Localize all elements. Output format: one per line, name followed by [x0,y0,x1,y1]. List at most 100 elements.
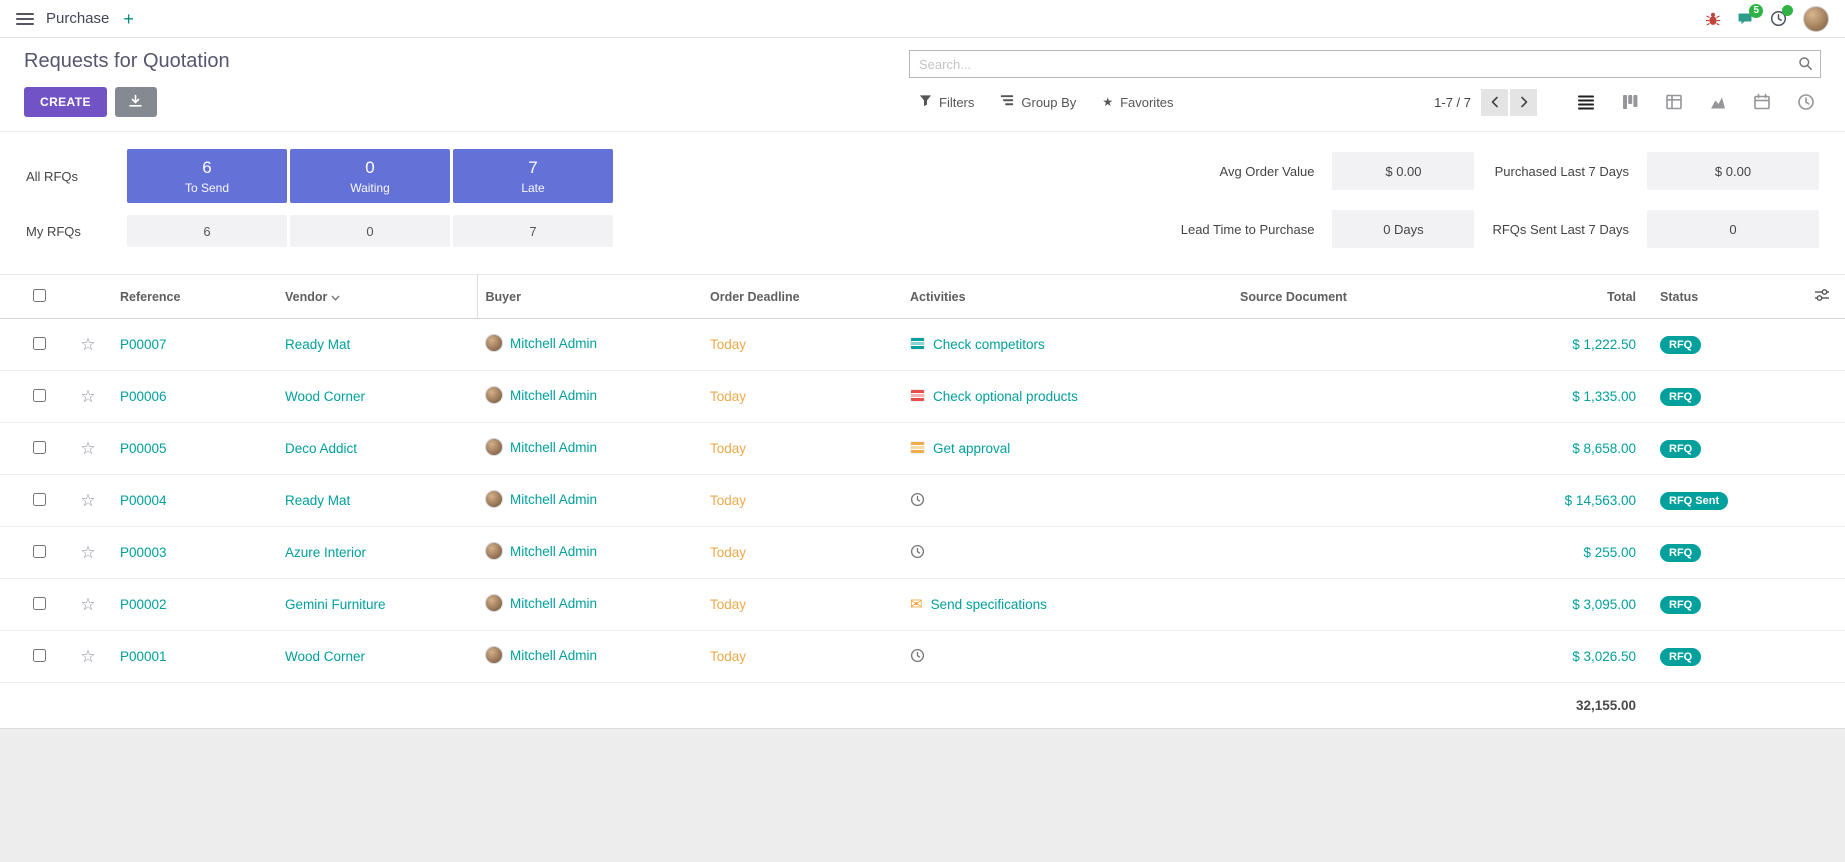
activity-summary[interactable]: Send specifications [931,597,1047,612]
activity-cell[interactable]: Check competitors [910,337,1045,353]
messages-badge: 5 [1749,4,1763,18]
search-icon[interactable] [1798,56,1813,76]
my-kpi-late-button[interactable]: 7 [453,215,613,247]
kpi-waiting-button[interactable]: 0 Waiting [290,149,450,203]
header-status[interactable]: Status [1652,275,1798,319]
favorite-star-icon[interactable]: ☆ [80,647,95,666]
menu-icon[interactable] [16,13,34,25]
row-checkbox[interactable] [33,441,46,454]
header-buyer[interactable]: Buyer [477,275,702,319]
reference-link[interactable]: P00005 [120,441,167,456]
favorite-star-icon[interactable]: ☆ [80,439,95,458]
favorite-star-icon[interactable]: ☆ [80,387,95,406]
control-panel: Requests for Quotation CREATE [0,38,1845,132]
reference-link[interactable]: P00001 [120,649,167,664]
header-source-document[interactable]: Source Document [1232,275,1472,319]
row-checkbox[interactable] [33,649,46,662]
vendor-link[interactable]: Gemini Furniture [285,597,386,612]
kanban-view-icon[interactable] [1615,88,1645,116]
stat-value-lead-time: 0 Days [1332,210,1474,248]
messages-icon[interactable]: 5 [1737,11,1754,27]
header-order-deadline[interactable]: Order Deadline [702,275,902,319]
table-row[interactable]: ☆ P00004 Ready Mat Mitchell Admin Today … [0,475,1845,527]
table-row[interactable]: ☆ P00007 Ready Mat Mitchell Admin Today … [0,319,1845,371]
control-panel-right: Filters Group By ★ Favorites [909,50,1821,117]
activity-cell[interactable] [910,648,925,666]
filters-button[interactable]: Filters [919,94,974,110]
graph-view-icon[interactable] [1703,88,1733,116]
bug-icon[interactable] [1705,11,1721,27]
user-avatar[interactable] [1803,6,1829,32]
create-button[interactable]: CREATE [24,87,107,117]
my-kpi-waiting-button[interactable]: 0 [290,215,450,247]
favorites-button[interactable]: ★ Favorites [1102,94,1173,110]
reference-link[interactable]: P00006 [120,389,167,404]
export-button[interactable] [115,87,157,117]
activity-summary[interactable]: Check competitors [933,337,1045,352]
group-by-button[interactable]: Group By [1000,94,1076,110]
vendor-link[interactable]: Azure Interior [285,545,366,560]
activity-summary[interactable]: Check optional products [933,389,1078,404]
vendor-link[interactable]: Wood Corner [285,649,365,664]
row-checkbox[interactable] [33,597,46,610]
pivot-view-icon[interactable] [1659,88,1689,116]
activities-clock-icon[interactable] [1770,10,1787,27]
vendor-link[interactable]: Ready Mat [285,493,350,508]
buyer-link[interactable]: Mitchell Admin [510,648,597,663]
search-input[interactable] [909,50,1821,78]
header-vendor[interactable]: Vendor [277,275,477,319]
table-row[interactable]: ☆ P00006 Wood Corner Mitchell Admin Toda… [0,371,1845,423]
vendor-link[interactable]: Ready Mat [285,337,350,352]
table-row[interactable]: ☆ P00001 Wood Corner Mitchell Admin Toda… [0,631,1845,683]
table-row[interactable]: ☆ P00002 Gemini Furniture Mitchell Admin… [0,579,1845,631]
buyer-link[interactable]: Mitchell Admin [510,492,597,507]
buyer-link[interactable]: Mitchell Admin [510,336,597,351]
toggle-columns-button[interactable] [1798,275,1845,319]
purchase-app-page: Purchase + 5 [0,0,1845,862]
row-checkbox[interactable] [33,337,46,350]
activity-cell[interactable]: ✉ Send specifications [910,597,1047,612]
reference-link[interactable]: P00003 [120,545,167,560]
header-activities[interactable]: Activities [902,275,1232,319]
kpi-late-button[interactable]: 7 Late [453,149,613,203]
buyer-link[interactable]: Mitchell Admin [510,440,597,455]
kpi-label: Late [521,181,544,195]
my-kpi-to-send-button[interactable]: 6 [127,215,287,247]
filters-label: Filters [939,95,974,110]
control-panel-left: Requests for Quotation CREATE [24,50,230,117]
activity-summary[interactable]: Get approval [933,441,1010,456]
reference-link[interactable]: P00002 [120,597,167,612]
activity-cell[interactable] [910,544,925,562]
favorite-star-icon[interactable]: ☆ [80,543,95,562]
buyer-avatar [485,542,503,560]
row-checkbox[interactable] [33,389,46,402]
favorite-star-icon[interactable]: ☆ [80,491,95,510]
calendar-view-icon[interactable] [1747,88,1777,116]
kpi-to-send-button[interactable]: 6 To Send [127,149,287,203]
list-view-icon[interactable] [1571,88,1601,116]
vendor-link[interactable]: Deco Addict [285,441,357,456]
row-checkbox[interactable] [33,545,46,558]
reference-link[interactable]: P00004 [120,493,167,508]
row-checkbox[interactable] [33,493,46,506]
select-all-checkbox[interactable] [33,289,46,302]
activity-view-icon[interactable] [1791,88,1821,116]
plus-icon[interactable]: + [123,10,134,28]
buyer-link[interactable]: Mitchell Admin [510,544,597,559]
pager-previous-button[interactable] [1481,89,1508,116]
app-name[interactable]: Purchase [46,10,109,27]
buyer-link[interactable]: Mitchell Admin [510,388,597,403]
vendor-link[interactable]: Wood Corner [285,389,365,404]
activity-cell[interactable]: Check optional products [910,389,1078,405]
table-row[interactable]: ☆ P00005 Deco Addict Mitchell Admin Toda… [0,423,1845,475]
favorite-star-icon[interactable]: ☆ [80,335,95,354]
buyer-link[interactable]: Mitchell Admin [510,596,597,611]
header-total[interactable]: Total [1472,275,1652,319]
header-reference[interactable]: Reference [112,275,277,319]
table-row[interactable]: ☆ P00003 Azure Interior Mitchell Admin T… [0,527,1845,579]
reference-link[interactable]: P00007 [120,337,167,352]
favorite-star-icon[interactable]: ☆ [80,595,95,614]
pager-next-button[interactable] [1510,89,1537,116]
activity-cell[interactable]: Get approval [910,441,1010,457]
activity-cell[interactable] [910,492,925,510]
